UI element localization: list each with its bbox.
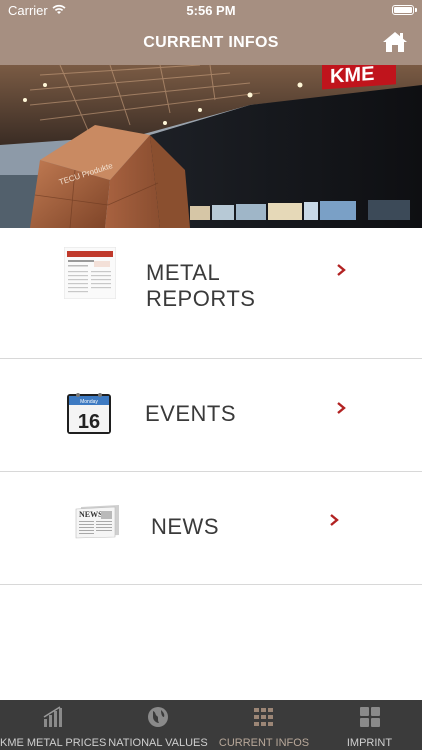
tab-label: IMPRINT: [346, 737, 393, 749]
clock: 5:56 PM: [186, 3, 236, 18]
chevron-right-icon: [337, 264, 346, 276]
tab-national-values[interactable]: NATIONAL VALUES: [105, 700, 211, 750]
metal-reports-line1: METAL: [146, 260, 221, 285]
status-bar: Carrier 5:56 PM: [0, 0, 422, 22]
events-label: EVENTS: [145, 401, 237, 426]
chart-icon: [43, 706, 62, 727]
tab-current-infos[interactable]: CURRENT INFOS: [211, 700, 317, 750]
calendar-month: Monday: [80, 399, 98, 405]
newspaper-icon: NEWS: [75, 505, 119, 539]
kme-sign-text: KME: [330, 65, 374, 88]
tab-label: KME METAL PRICES: [0, 737, 107, 749]
grid-icon: [254, 708, 273, 726]
tab-bar: KME METAL PRICES NATIONAL VALUES CURRENT…: [0, 700, 422, 750]
tab-label: CURRENT INFOS: [218, 737, 310, 749]
tab-kme-metal-prices[interactable]: KME METAL PRICES: [0, 700, 107, 750]
metal-reports-label: METAL REPORTS: [146, 260, 255, 312]
list-item-news[interactable]: NEWS NEWS: [0, 472, 422, 585]
page-title: CURRENT INFOS: [143, 34, 279, 51]
metal-reports-line2: REPORTS: [146, 286, 256, 311]
battery-icon: [392, 5, 417, 15]
newspaper-masthead: NEWS: [79, 510, 103, 519]
globe-icon: [148, 707, 168, 727]
home-icon[interactable]: [382, 30, 408, 54]
hero-image: KME TECU Produkte: [0, 65, 422, 228]
menu-list: METAL REPORTS Monday 16 EVENTS NEWS NEWS: [0, 228, 422, 585]
list-item-events[interactable]: Monday 16 EVENTS: [0, 359, 422, 472]
tab-label: NATIONAL VALUES: [108, 737, 208, 749]
header-bar: Carrier 5:56 PM CURRENT INFOS: [0, 0, 422, 65]
calendar-day: 16: [78, 411, 100, 433]
list-item-metal-reports[interactable]: METAL REPORTS: [0, 228, 422, 359]
booth-photo: KME TECU Produkte: [0, 65, 422, 228]
news-label: NEWS: [151, 514, 219, 539]
tab-imprint[interactable]: IMPRINT: [317, 700, 422, 750]
document-icon: [64, 247, 116, 299]
chevron-right-icon: [330, 514, 339, 526]
chevron-right-icon: [337, 402, 346, 414]
tiles-icon: [359, 707, 380, 727]
calendar-icon: Monday 16: [67, 393, 111, 434]
